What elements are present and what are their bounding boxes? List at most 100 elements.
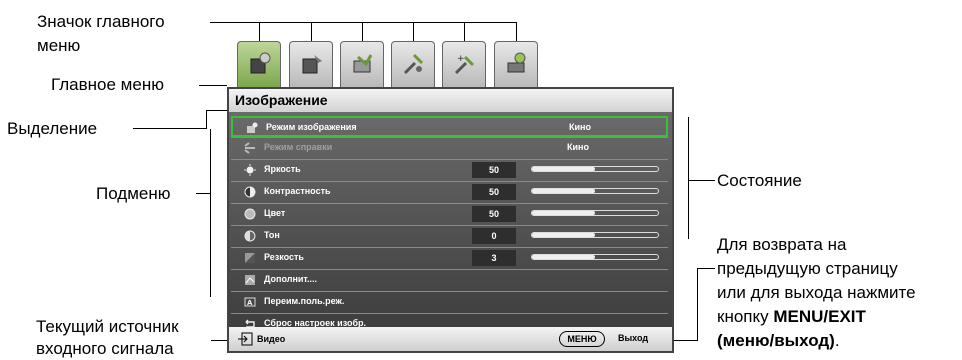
color-slider[interactable] xyxy=(531,210,659,216)
callout-current-source-1: Текущий источник xyxy=(36,317,179,336)
current-source-label: Видео xyxy=(257,334,286,344)
settings-advanced-tab-icon: + xyxy=(454,54,475,75)
osd-main-menu: Изображение Режим изображения Кино Режим… xyxy=(227,87,674,353)
menu-row-value: Кино xyxy=(567,142,589,152)
callout-back-exit-5-suffix: . xyxy=(834,331,840,350)
sharpness-icon xyxy=(245,253,255,263)
leader-back-h2 xyxy=(674,340,698,341)
input-source-icon xyxy=(238,332,253,346)
leader-tab4 xyxy=(413,22,414,41)
menu-row-color[interactable]: Цвет 50 xyxy=(231,204,668,225)
tab-display[interactable] xyxy=(340,41,384,87)
menu-row-contrast[interactable]: Контрастность 50 xyxy=(231,182,668,203)
callout-main-menu-icon-1: Значок главного xyxy=(37,12,165,31)
tab-settings-basic[interactable] xyxy=(391,41,435,87)
settings-basic-tab-icon xyxy=(403,53,424,75)
tint-slider[interactable] xyxy=(531,232,659,238)
callout-back-exit-4: кнопку MENU/EXIT xyxy=(717,306,866,328)
callout-main-menu: Главное меню xyxy=(51,75,164,94)
tab-settings-advanced[interactable]: + xyxy=(442,41,486,87)
contrast-value: 50 xyxy=(472,184,516,200)
information-tab-icon xyxy=(507,52,526,73)
menu-row-label: Контрастность xyxy=(264,186,331,196)
callout-back-exit-2: предыдущую страницу xyxy=(717,259,898,278)
exit-label: Выход xyxy=(618,333,649,343)
svg-text:+: + xyxy=(457,54,465,64)
leader-tab2 xyxy=(311,22,312,41)
brightness-slider[interactable] xyxy=(531,166,659,172)
menu-row-label: Резкость xyxy=(264,252,304,262)
contrast-slider[interactable] xyxy=(531,188,659,194)
leader-tab3 xyxy=(362,22,363,41)
rename-user-mode-icon: A xyxy=(244,297,256,307)
callout-back-exit-1: Для возврата на xyxy=(717,235,847,254)
leader-highlight-v xyxy=(206,110,207,129)
slider-fill xyxy=(532,167,595,171)
leader-tab5 xyxy=(464,22,465,41)
picture-mode-icon xyxy=(247,122,258,133)
callout-back-exit-4-prefix: кнопку xyxy=(717,307,774,326)
leader-submenu-h xyxy=(196,193,210,194)
menu-row-sharpness[interactable]: Резкость 3 xyxy=(231,248,668,269)
menu-row-label: Режим справки xyxy=(264,142,333,152)
contrast-icon xyxy=(244,186,256,198)
picture-advanced-tab-icon xyxy=(302,55,322,74)
menu-row-advanced[interactable]: Дополнит.... xyxy=(231,270,668,291)
leader-back-v xyxy=(697,268,698,340)
tab-picture[interactable] xyxy=(237,41,281,89)
leader-state-h xyxy=(688,180,715,181)
brightness-icon xyxy=(244,164,256,176)
brightness-value: 50 xyxy=(472,162,516,178)
menu-row-tint[interactable]: Тон 0 xyxy=(231,226,668,247)
slider-fill xyxy=(532,211,595,215)
callout-back-exit-4-bold: MENU/EXIT xyxy=(773,307,866,326)
tint-icon xyxy=(244,230,256,242)
leader-highlight-h xyxy=(133,128,207,129)
menu-row-rename-user-mode[interactable]: A Переим.поль.реж. xyxy=(231,292,668,313)
callout-state: Состояние xyxy=(717,171,802,190)
menu-row-label: Яркость xyxy=(264,164,301,174)
menu-row-brightness[interactable]: Яркость 50 xyxy=(231,160,668,181)
menu-footer: Видео МЕНЮ Выход xyxy=(229,327,672,351)
menu-row-label: Режим изображения xyxy=(266,122,357,132)
menu-title: Изображение xyxy=(229,89,672,112)
picture-tab-icon xyxy=(250,52,271,74)
leader-tabs-h xyxy=(210,22,516,23)
sharpness-slider[interactable] xyxy=(531,254,659,260)
sharpness-value: 3 xyxy=(472,250,516,266)
menu-row-label: Тон xyxy=(264,230,280,240)
callout-back-exit-5-bold: (меню/выход) xyxy=(717,331,835,350)
color-icon xyxy=(244,208,256,220)
leader-tab1 xyxy=(259,22,260,41)
callout-highlight: Выделение xyxy=(7,119,98,138)
menu-button[interactable]: МЕНЮ xyxy=(559,331,605,347)
callout-back-exit-5: (меню/выход). xyxy=(717,330,840,352)
slider-fill xyxy=(532,189,595,193)
leader-source xyxy=(211,340,227,341)
slider-fill xyxy=(532,233,595,237)
leader-back-h xyxy=(697,268,715,269)
menu-row-label: Дополнит.... xyxy=(264,274,318,284)
callout-main-menu-icon-2: меню xyxy=(37,36,81,55)
leader-tab6 xyxy=(516,22,517,41)
callout-submenu: Подменю xyxy=(96,184,171,203)
menu-row-reference-mode[interactable]: Режим справки Кино xyxy=(231,138,668,159)
leader-submenu-v xyxy=(210,129,211,297)
menu-row-label: Переим.поль.реж. xyxy=(264,296,345,306)
menu-row-picture-mode[interactable]: Режим изображения Кино xyxy=(231,116,668,137)
callout-back-exit-3: или для выхода нажмите xyxy=(717,283,916,302)
leader-state-v xyxy=(688,117,689,239)
svg-text:A: A xyxy=(247,299,253,307)
display-tab-icon xyxy=(353,54,373,73)
leader-main-menu xyxy=(199,85,227,86)
advanced-icon xyxy=(245,275,255,285)
tab-information[interactable] xyxy=(494,41,538,87)
tab-picture-advanced[interactable] xyxy=(289,41,333,87)
menu-row-label: Цвет xyxy=(264,208,286,218)
color-value: 50 xyxy=(472,206,516,222)
tint-value: 0 xyxy=(472,228,516,244)
menu-body: Режим изображения Кино Режим справки Кин… xyxy=(229,112,672,328)
menu-row-value: Кино xyxy=(569,122,591,132)
reference-mode-icon xyxy=(244,142,255,154)
slider-fill xyxy=(532,255,595,259)
